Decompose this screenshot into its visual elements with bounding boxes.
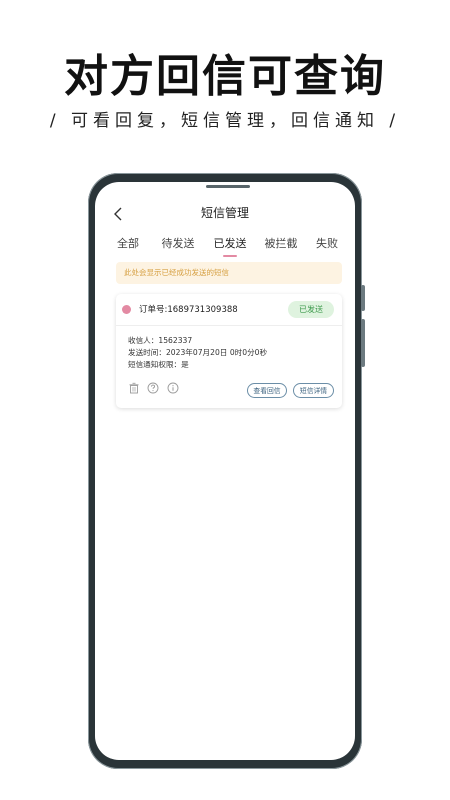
question-icon[interactable] [147, 382, 159, 394]
info-icon[interactable] [167, 382, 179, 394]
volume-button [361, 285, 365, 311]
app-header: 短信管理 [95, 200, 355, 228]
promo-subline: / 可看回复，短信管理，回信通知 / [49, 111, 401, 131]
promo-page: 对方回信可查询 / 可看回复，短信管理，回信通知 / 短信管理 全部 待发送 已… [0, 0, 450, 800]
tab-failed[interactable]: 失败 [309, 235, 345, 251]
notify-permission: 短信通知权限：是 [128, 360, 189, 369]
send-time: 发送时间：2023年07月20日 0时0分0秒 [128, 348, 268, 357]
page-title: 短信管理 [200, 206, 249, 220]
phone-screen: 短信管理 全部 待发送 已发送 被拦截 失败 此处会显示已经成功发送的短信 订单… [95, 182, 355, 760]
active-tab-indicator [223, 255, 237, 257]
card-divider [116, 325, 342, 326]
tab-pending[interactable]: 待发送 [153, 235, 203, 251]
trash-icon[interactable] [128, 382, 140, 394]
tab-label: 待发送 [161, 237, 195, 250]
power-button [361, 319, 365, 367]
tab-label: 失败 [316, 237, 338, 250]
status-badge: 已发送 [288, 301, 334, 318]
tab-all[interactable]: 全部 [109, 235, 147, 251]
tab-label: 全部 [117, 237, 139, 250]
order-number: 订单号:1689731309388 [139, 305, 238, 315]
status-dot [122, 305, 131, 314]
status-tabs: 全部 待发送 已发送 被拦截 失败 [95, 235, 355, 261]
speaker [206, 185, 250, 188]
tab-sent[interactable]: 已发送 [205, 235, 255, 257]
tab-label: 已发送 [213, 237, 247, 250]
view-reply-button[interactable]: 查看回信 [247, 383, 287, 398]
tab-blocked[interactable]: 被拦截 [256, 235, 306, 251]
notice-bar: 此处会显示已经成功发送的短信 [116, 262, 342, 284]
tab-label: 被拦截 [264, 237, 298, 250]
sms-detail-button[interactable]: 短信详情 [293, 383, 334, 398]
order-card: 订单号:1689731309388 已发送 收信人：1562337 发送时间：2… [116, 294, 342, 408]
phone-frame: 短信管理 全部 待发送 已发送 被拦截 失败 此处会显示已经成功发送的短信 订单… [88, 173, 365, 769]
recipient: 收信人：1562337 [128, 336, 193, 345]
promo-headline: 对方回信可查询 [64, 51, 386, 102]
